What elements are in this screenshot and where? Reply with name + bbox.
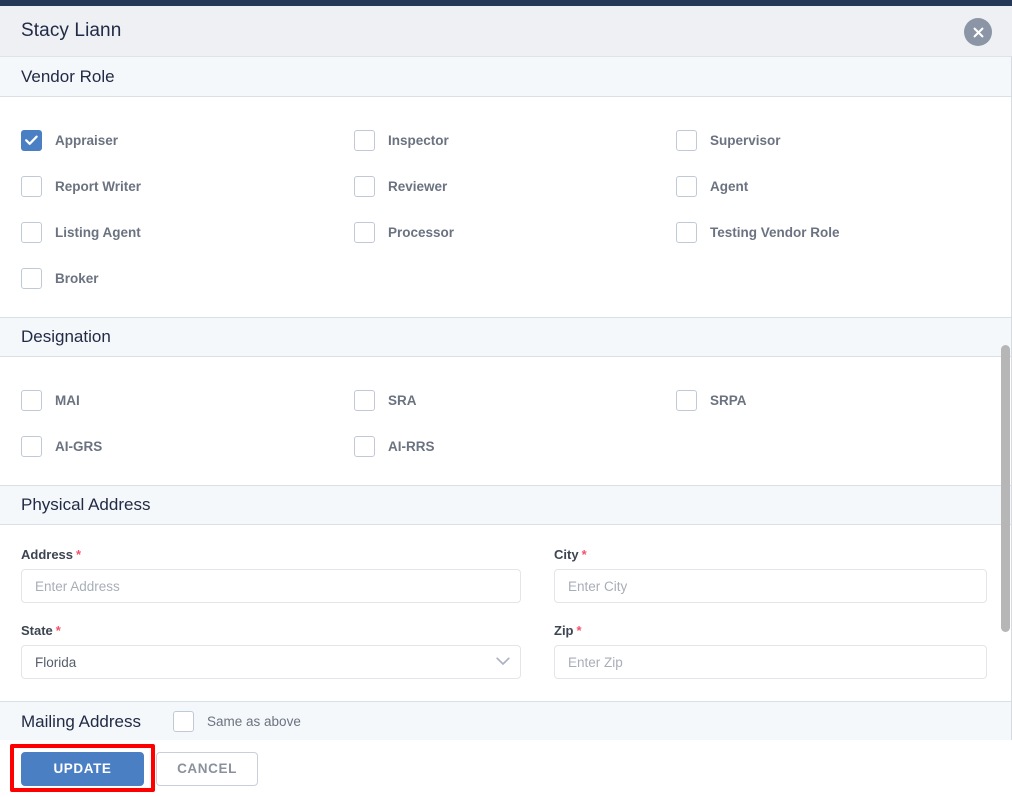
checkbox-item-supervisor[interactable]: Supervisor: [655, 117, 1011, 163]
field-label-zip: Zip *: [554, 623, 987, 638]
checkbox-item-inspector[interactable]: Inspector: [333, 117, 655, 163]
field-label-address: Address *: [21, 547, 521, 562]
checkbox-label: Processor: [388, 224, 455, 240]
field-city: City *: [554, 547, 987, 603]
checkbox-item-mai[interactable]: MAI: [0, 377, 333, 423]
required-marker: *: [576, 623, 582, 638]
section-title: Vendor Role: [21, 66, 115, 86]
label-text: Zip: [554, 623, 574, 638]
checkbox-ai-grs[interactable]: [21, 435, 42, 457]
label-text: Address: [21, 547, 74, 562]
grid-spacer: [655, 255, 1011, 301]
checkbox-label: Supervisor: [710, 132, 781, 148]
field-label-city: City *: [554, 547, 987, 562]
checkbox-ai-rrs[interactable]: [354, 435, 375, 457]
checkbox-item-ai-grs[interactable]: AI-GRS: [0, 423, 333, 469]
modal-header: Stacy Liann: [0, 6, 1012, 57]
checkbox-processor[interactable]: [354, 221, 375, 243]
close-button[interactable]: [964, 18, 992, 46]
checkbox-label: Same as above: [207, 714, 301, 729]
checkbox-broker[interactable]: [21, 267, 42, 289]
checkbox-item-listing-agent[interactable]: Listing Agent: [0, 209, 333, 255]
section-header-mailing-address: Mailing Address Same as above: [0, 701, 1011, 740]
section-header-physical-address: Physical Address: [0, 485, 1011, 525]
checkbox-item-reviewer[interactable]: Reviewer: [333, 163, 655, 209]
vendor-edit-modal: Stacy Liann Vendor Role Appraiser Inspec…: [0, 0, 1012, 797]
checkbox-item-same-as-above[interactable]: Same as above: [141, 711, 301, 732]
checkbox-item-srpa[interactable]: SRPA: [655, 377, 1011, 423]
checkbox-label: Listing Agent: [55, 224, 141, 240]
vendor-role-checkbox-grid: Appraiser Inspector Supervisor Report Wr…: [0, 97, 1011, 317]
checkbox-supervisor[interactable]: [676, 129, 697, 151]
section-header-designation: Designation: [0, 317, 1011, 357]
checkbox-item-sra[interactable]: SRA: [333, 377, 655, 423]
checkbox-item-testing-vendor-role[interactable]: Testing Vendor Role: [655, 209, 1011, 255]
update-button[interactable]: UPDATE: [21, 751, 144, 786]
checkbox-report-writer[interactable]: [21, 175, 42, 197]
checkbox-label: AI-RRS: [388, 438, 435, 454]
state-select-wrapper: Florida: [21, 645, 521, 679]
checkbox-label: MAI: [55, 392, 80, 408]
vertical-scrollbar-thumb[interactable]: [1001, 345, 1010, 632]
checkbox-label: Reviewer: [388, 178, 448, 194]
checkbox-item-ai-rrs[interactable]: AI-RRS: [333, 423, 655, 469]
checkbox-item-report-writer[interactable]: Report Writer: [0, 163, 333, 209]
field-label-state: State *: [21, 623, 521, 638]
checkbox-label: Inspector: [388, 132, 449, 148]
section-header-vendor-role: Vendor Role: [0, 57, 1011, 97]
checkbox-label: SRPA: [710, 392, 747, 408]
cancel-button[interactable]: CANCEL: [156, 751, 258, 786]
checkbox-agent[interactable]: [676, 175, 697, 197]
field-address: Address *: [21, 547, 521, 603]
label-text: City: [554, 547, 579, 562]
checkbox-listing-agent[interactable]: [21, 221, 42, 243]
checkbox-sra[interactable]: [354, 389, 375, 411]
checkbox-label: AI-GRS: [55, 438, 103, 454]
state-select[interactable]: Florida: [21, 645, 521, 679]
physical-address-form: Address* City* State* Florida: [0, 525, 1011, 701]
page-title: Stacy Liann: [21, 20, 122, 41]
checkbox-label: SRA: [388, 392, 417, 408]
checkbox-item-broker[interactable]: Broker: [0, 255, 333, 301]
checkbox-label: Broker: [55, 270, 99, 286]
checkbox-testing-vendor-role[interactable]: [676, 221, 697, 243]
zip-input[interactable]: [554, 645, 987, 679]
address-input[interactable]: [21, 569, 521, 603]
vertical-scrollbar-track[interactable]: [1000, 57, 1012, 740]
required-marker: *: [581, 547, 587, 562]
checkbox-item-agent[interactable]: Agent: [655, 163, 1011, 209]
field-zip: Zip *: [554, 623, 987, 679]
section-title: Mailing Address: [21, 711, 142, 731]
checkbox-label: Report Writer: [55, 178, 142, 194]
section-title: Physical Address: [21, 495, 151, 514]
grid-spacer: [655, 423, 1011, 469]
grid-spacer: [333, 255, 655, 301]
checkbox-label: Appraiser: [55, 132, 119, 148]
checkbox-label: Agent: [710, 178, 749, 194]
checkbox-item-appraiser[interactable]: Appraiser: [0, 117, 333, 163]
checkbox-appraiser[interactable]: [21, 129, 42, 151]
required-marker: *: [55, 623, 61, 638]
checkbox-inspector[interactable]: [354, 129, 375, 151]
section-title: Designation: [21, 327, 111, 346]
close-icon: [972, 26, 985, 39]
checkbox-reviewer[interactable]: [354, 175, 375, 197]
checkbox-mai[interactable]: [21, 389, 42, 411]
field-state: State * Florida: [21, 623, 521, 679]
checkbox-item-processor[interactable]: Processor: [333, 209, 655, 255]
modal-footer: UPDATE CANCEL: [0, 740, 1012, 797]
required-marker: *: [76, 547, 82, 562]
checkbox-srpa[interactable]: [676, 389, 697, 411]
checkbox-label: Testing Vendor Role: [710, 224, 840, 240]
city-input[interactable]: [554, 569, 987, 603]
label-text: State: [21, 623, 53, 638]
designation-checkbox-grid: MAI SRA SRPA AI-GRS AI-RRS: [0, 357, 1011, 485]
checkbox-same-as-above[interactable]: [173, 711, 195, 732]
modal-body: Vendor Role Appraiser Inspector Supervis…: [0, 57, 1012, 740]
